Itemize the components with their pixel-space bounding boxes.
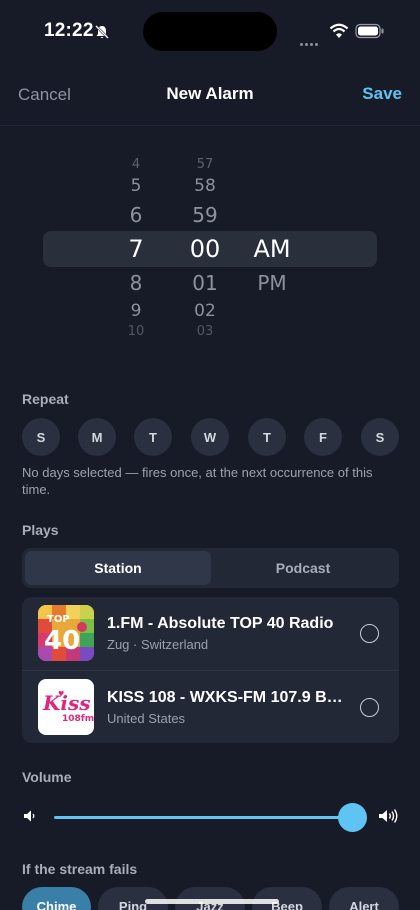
list-item[interactable]: TOP 40 1.FM - Absolute TOP 40 Radio Zug …: [22, 597, 399, 670]
wifi-icon: [329, 23, 349, 38]
volume-high-icon: [379, 809, 398, 823]
period-selected[interactable]: AM: [242, 235, 302, 263]
page-title: New Alarm: [166, 84, 254, 103]
hour-option[interactable]: 6: [106, 203, 166, 227]
volume-low-icon: [24, 810, 35, 822]
day-friday-toggle[interactable]: F: [304, 418, 342, 456]
hour-option[interactable]: 8: [106, 271, 166, 295]
hour-option[interactable]: 4: [106, 157, 166, 172]
volume-label: Volume: [22, 769, 72, 785]
svg-text:108fm: 108fm: [62, 714, 94, 724]
hour-option[interactable]: 5: [106, 176, 166, 196]
minute-wheel[interactable]: 57 58 59 00 01 02 03: [175, 150, 235, 350]
station-name: KISS 108 - WXKS-FM 107.9 Boston: [107, 689, 347, 706]
period-wheel[interactable]: AM PM: [242, 150, 302, 350]
svg-text:40: 40: [44, 626, 80, 656]
repeat-label: Repeat: [22, 391, 69, 407]
period-option[interactable]: PM: [242, 271, 302, 295]
hour-option[interactable]: 9: [106, 301, 166, 321]
list-item[interactable]: Kiss 108fm ♥ KISS 108 - WXKS-FM 107.9 Bo…: [22, 670, 399, 743]
repeat-hint: No days selected — fires once, at the ne…: [22, 465, 373, 497]
station-location: United States: [107, 711, 186, 726]
minute-option[interactable]: 57: [175, 157, 235, 172]
minute-option[interactable]: 01: [175, 271, 235, 295]
day-thursday-toggle[interactable]: T: [248, 418, 286, 456]
day-wednesday-toggle[interactable]: W: [191, 418, 229, 456]
status-bar: 12:22: [0, 0, 420, 62]
source-segmented-control: Station Podcast: [22, 548, 399, 588]
dynamic-island: [143, 12, 277, 51]
save-button[interactable]: Save: [362, 84, 402, 104]
station-list: TOP 40 1.FM - Absolute TOP 40 Radio Zug …: [22, 597, 399, 743]
day-sunday-toggle[interactable]: S: [22, 418, 60, 456]
minute-option[interactable]: 03: [175, 324, 235, 338]
signal-icon: [300, 33, 322, 46]
volume-slider[interactable]: [22, 800, 400, 834]
station-location: Zug · Switzerland: [107, 637, 209, 652]
battery-icon: [355, 23, 384, 39]
hour-selected[interactable]: 7: [106, 235, 166, 263]
weekday-selector: S M T W T F S: [22, 418, 400, 456]
volume-thumb[interactable]: [338, 803, 367, 832]
station-radio-button[interactable]: [360, 624, 379, 643]
navigation-bar: Cancel New Alarm Save: [0, 62, 420, 126]
svg-text:TOP: TOP: [47, 614, 70, 625]
minute-selected[interactable]: 00: [175, 235, 235, 263]
svg-text:♥: ♥: [58, 690, 64, 698]
plays-label: Plays: [22, 522, 59, 538]
svg-text:Kiss: Kiss: [42, 691, 91, 715]
bell-off-icon: [95, 25, 109, 39]
station-logo-top40: TOP 40: [38, 605, 94, 661]
minute-option[interactable]: 58: [175, 176, 235, 196]
chip-chime[interactable]: Chime: [22, 887, 91, 910]
volume-track[interactable]: [54, 816, 352, 819]
hour-option[interactable]: 10: [106, 324, 166, 338]
status-time: 12:22: [44, 20, 94, 41]
station-name: 1.FM - Absolute TOP 40 Radio: [107, 615, 334, 632]
home-indicator: [145, 899, 279, 904]
day-tuesday-toggle[interactable]: T: [134, 418, 172, 456]
chip-alert[interactable]: Alert: [329, 887, 399, 910]
tab-station[interactable]: Station: [25, 551, 211, 585]
day-monday-toggle[interactable]: M: [78, 418, 116, 456]
minute-option[interactable]: 59: [175, 203, 235, 227]
station-radio-button[interactable]: [360, 698, 379, 717]
time-picker[interactable]: 4 5 6 7 8 9 10 57 58 59 00 01 02 03 AM P…: [0, 150, 420, 350]
tab-podcast[interactable]: Podcast: [210, 551, 396, 585]
minute-option[interactable]: 02: [175, 301, 235, 321]
hour-wheel[interactable]: 4 5 6 7 8 9 10: [106, 150, 166, 350]
day-saturday-toggle[interactable]: S: [361, 418, 399, 456]
station-logo-kiss108: Kiss 108fm ♥: [38, 679, 94, 735]
fallback-label: If the stream fails: [22, 861, 138, 877]
